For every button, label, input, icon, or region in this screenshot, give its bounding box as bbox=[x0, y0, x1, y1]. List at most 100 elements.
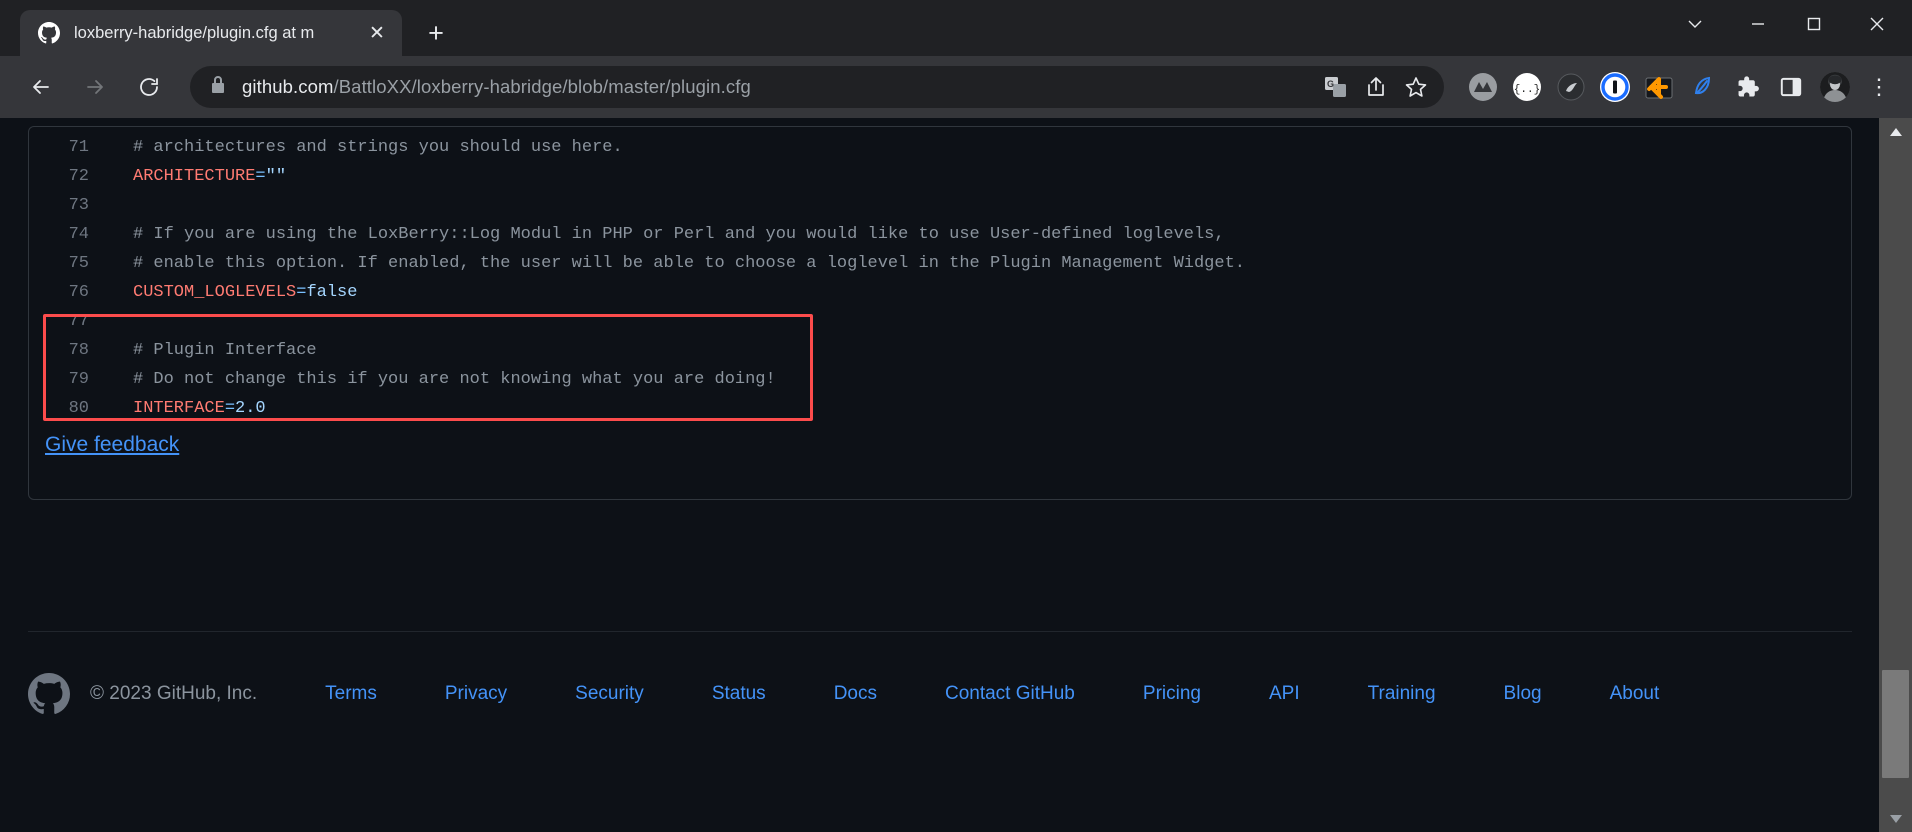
code-keyword: CUSTOM_LOGLEVELS bbox=[133, 283, 297, 302]
code-line: 74 # If you are using the LoxBerry::Log … bbox=[29, 220, 1851, 249]
url-text: github.com/BattloXX/loxberry-habridge/bl… bbox=[242, 76, 1318, 98]
scroll-up-arrow-icon[interactable] bbox=[1879, 118, 1912, 145]
code-line: 78 # Plugin Interface bbox=[29, 336, 1851, 365]
line-number[interactable]: 75 bbox=[29, 254, 105, 273]
line-content: # Do not change this if you are not know… bbox=[105, 370, 776, 389]
line-content: INTERFACE=2.0 bbox=[105, 399, 266, 418]
back-button[interactable] bbox=[20, 66, 62, 108]
code-comment: # Plugin Interface bbox=[133, 341, 317, 360]
nordvpn-icon[interactable] bbox=[1462, 66, 1504, 108]
line-number[interactable]: 71 bbox=[29, 138, 105, 157]
footer-link-terms[interactable]: Terms bbox=[325, 683, 377, 705]
code-line: 76 CUSTOM_LOGLEVELS=false bbox=[29, 278, 1851, 307]
code-keyword: ARCHITECTURE bbox=[133, 167, 256, 186]
code-line: 80 INTERFACE=2.0 bbox=[29, 394, 1851, 423]
new-tab-button[interactable]: + bbox=[416, 13, 456, 53]
code-value: 2.0 bbox=[235, 399, 266, 418]
footer-link-docs[interactable]: Docs bbox=[834, 683, 877, 705]
code-operator: = bbox=[296, 283, 307, 302]
browser-menu-button[interactable]: ⋮ bbox=[1858, 66, 1900, 108]
scroll-down-arrow-icon[interactable] bbox=[1879, 805, 1912, 832]
line-content: CUSTOM_LOGLEVELS=false bbox=[105, 283, 357, 302]
footer-link-training[interactable]: Training bbox=[1368, 683, 1436, 705]
extensions-area: {..} ⋮ bbox=[1454, 66, 1900, 108]
code-file-viewer: 71 # architectures and strings you shoul… bbox=[28, 126, 1852, 500]
bookmark-star-icon[interactable] bbox=[1398, 69, 1434, 105]
code-comment: # Do not change this if you are not know… bbox=[133, 370, 776, 389]
onepassword-icon[interactable] bbox=[1594, 66, 1636, 108]
footer-link-privacy[interactable]: Privacy bbox=[445, 683, 507, 705]
code-comment: # enable this option. If enabled, the us… bbox=[133, 254, 1245, 273]
code-value: false bbox=[306, 283, 358, 302]
line-number[interactable]: 72 bbox=[29, 167, 105, 186]
puzzle-extensions-icon[interactable] bbox=[1726, 66, 1768, 108]
code-operator: = bbox=[255, 167, 266, 186]
code-line: 72 ARCHITECTURE="" bbox=[29, 162, 1851, 191]
translate-icon[interactable]: G bbox=[1318, 69, 1354, 105]
code-line: 77 bbox=[29, 307, 1851, 336]
code-line: 79 # Do not change this if you are not k… bbox=[29, 365, 1851, 394]
svg-text:{..}: {..} bbox=[1514, 84, 1540, 96]
vertical-scrollbar[interactable] bbox=[1879, 118, 1912, 832]
page-content: 71 # architectures and strings you shoul… bbox=[0, 118, 1879, 832]
browser-window: loxberry-habridge/plugin.cfg at m ✕ + gi… bbox=[0, 0, 1912, 832]
url-host: github.com bbox=[242, 76, 334, 97]
line-number[interactable]: 79 bbox=[29, 370, 105, 389]
code-comment: # If you are using the LoxBerry::Log Mod… bbox=[133, 225, 1225, 244]
avatar[interactable] bbox=[1814, 66, 1856, 108]
window-controls bbox=[1660, 0, 1912, 56]
line-number[interactable]: 78 bbox=[29, 341, 105, 360]
forward-button[interactable] bbox=[74, 66, 116, 108]
line-content: ARCHITECTURE="" bbox=[105, 167, 286, 186]
profile-avatar-image bbox=[1820, 72, 1850, 102]
code-value: "" bbox=[265, 167, 287, 186]
footer-divider bbox=[28, 631, 1852, 632]
maximize-window-icon[interactable] bbox=[1786, 1, 1842, 47]
lock-icon bbox=[210, 75, 226, 99]
code-lines: 71 # architectures and strings you shoul… bbox=[29, 127, 1851, 423]
footer-link-about[interactable]: About bbox=[1610, 683, 1660, 705]
code-line: 73 bbox=[29, 191, 1851, 220]
close-window-icon[interactable] bbox=[1842, 1, 1912, 47]
tab-search-chevron-down-icon[interactable] bbox=[1660, 1, 1730, 47]
line-content: # architectures and strings you should u… bbox=[105, 138, 623, 157]
line-number[interactable]: 77 bbox=[29, 312, 105, 331]
github-octocat-icon bbox=[38, 22, 60, 44]
give-feedback-link[interactable]: Give feedback bbox=[45, 433, 179, 457]
gyazo-icon[interactable] bbox=[1638, 66, 1680, 108]
footer-link-contact-github[interactable]: Contact GitHub bbox=[945, 683, 1075, 705]
footer-link-pricing[interactable]: Pricing bbox=[1143, 683, 1201, 705]
browser-titlebar: loxberry-habridge/plugin.cfg at m ✕ + bbox=[0, 0, 1912, 56]
browser-tab[interactable]: loxberry-habridge/plugin.cfg at m ✕ bbox=[20, 10, 402, 56]
page-footer: © 2023 GitHub, Inc. Terms Privacy Securi… bbox=[0, 673, 1879, 715]
code-operator: = bbox=[224, 399, 236, 418]
svg-text:G: G bbox=[1327, 79, 1334, 89]
dark-reader-icon[interactable] bbox=[1550, 66, 1592, 108]
close-tab-icon[interactable]: ✕ bbox=[364, 20, 390, 46]
side-panel-icon[interactable] bbox=[1770, 66, 1812, 108]
json-viewer-icon[interactable]: {..} bbox=[1506, 66, 1548, 108]
address-bar[interactable]: github.com/BattloXX/loxberry-habridge/bl… bbox=[190, 66, 1444, 108]
footer-links: Terms Privacy Security Status Docs Conta… bbox=[325, 683, 1659, 705]
code-keyword: INTERFACE bbox=[133, 399, 225, 418]
line-number[interactable]: 80 bbox=[29, 399, 105, 418]
line-content: # enable this option. If enabled, the us… bbox=[105, 254, 1245, 273]
line-content: # If you are using the LoxBerry::Log Mod… bbox=[105, 225, 1225, 244]
omnibox-actions: G bbox=[1318, 69, 1434, 105]
share-icon[interactable] bbox=[1358, 69, 1394, 105]
code-line: 71 # architectures and strings you shoul… bbox=[29, 133, 1851, 162]
footer-link-status[interactable]: Status bbox=[712, 683, 766, 705]
line-content: # Plugin Interface bbox=[105, 341, 317, 360]
footer-link-blog[interactable]: Blog bbox=[1504, 683, 1542, 705]
line-number[interactable]: 73 bbox=[29, 196, 105, 215]
code-line: 75 # enable this option. If enabled, the… bbox=[29, 249, 1851, 278]
footer-link-security[interactable]: Security bbox=[575, 683, 644, 705]
minimize-window-icon[interactable] bbox=[1730, 1, 1786, 47]
reload-button[interactable] bbox=[128, 66, 170, 108]
tab-strip: loxberry-habridge/plugin.cfg at m ✕ + bbox=[0, 0, 1660, 56]
grammarly-icon[interactable] bbox=[1682, 66, 1724, 108]
line-number[interactable]: 76 bbox=[29, 283, 105, 302]
scrollbar-thumb[interactable] bbox=[1882, 670, 1909, 778]
line-number[interactable]: 74 bbox=[29, 225, 105, 244]
footer-link-api[interactable]: API bbox=[1269, 683, 1300, 705]
